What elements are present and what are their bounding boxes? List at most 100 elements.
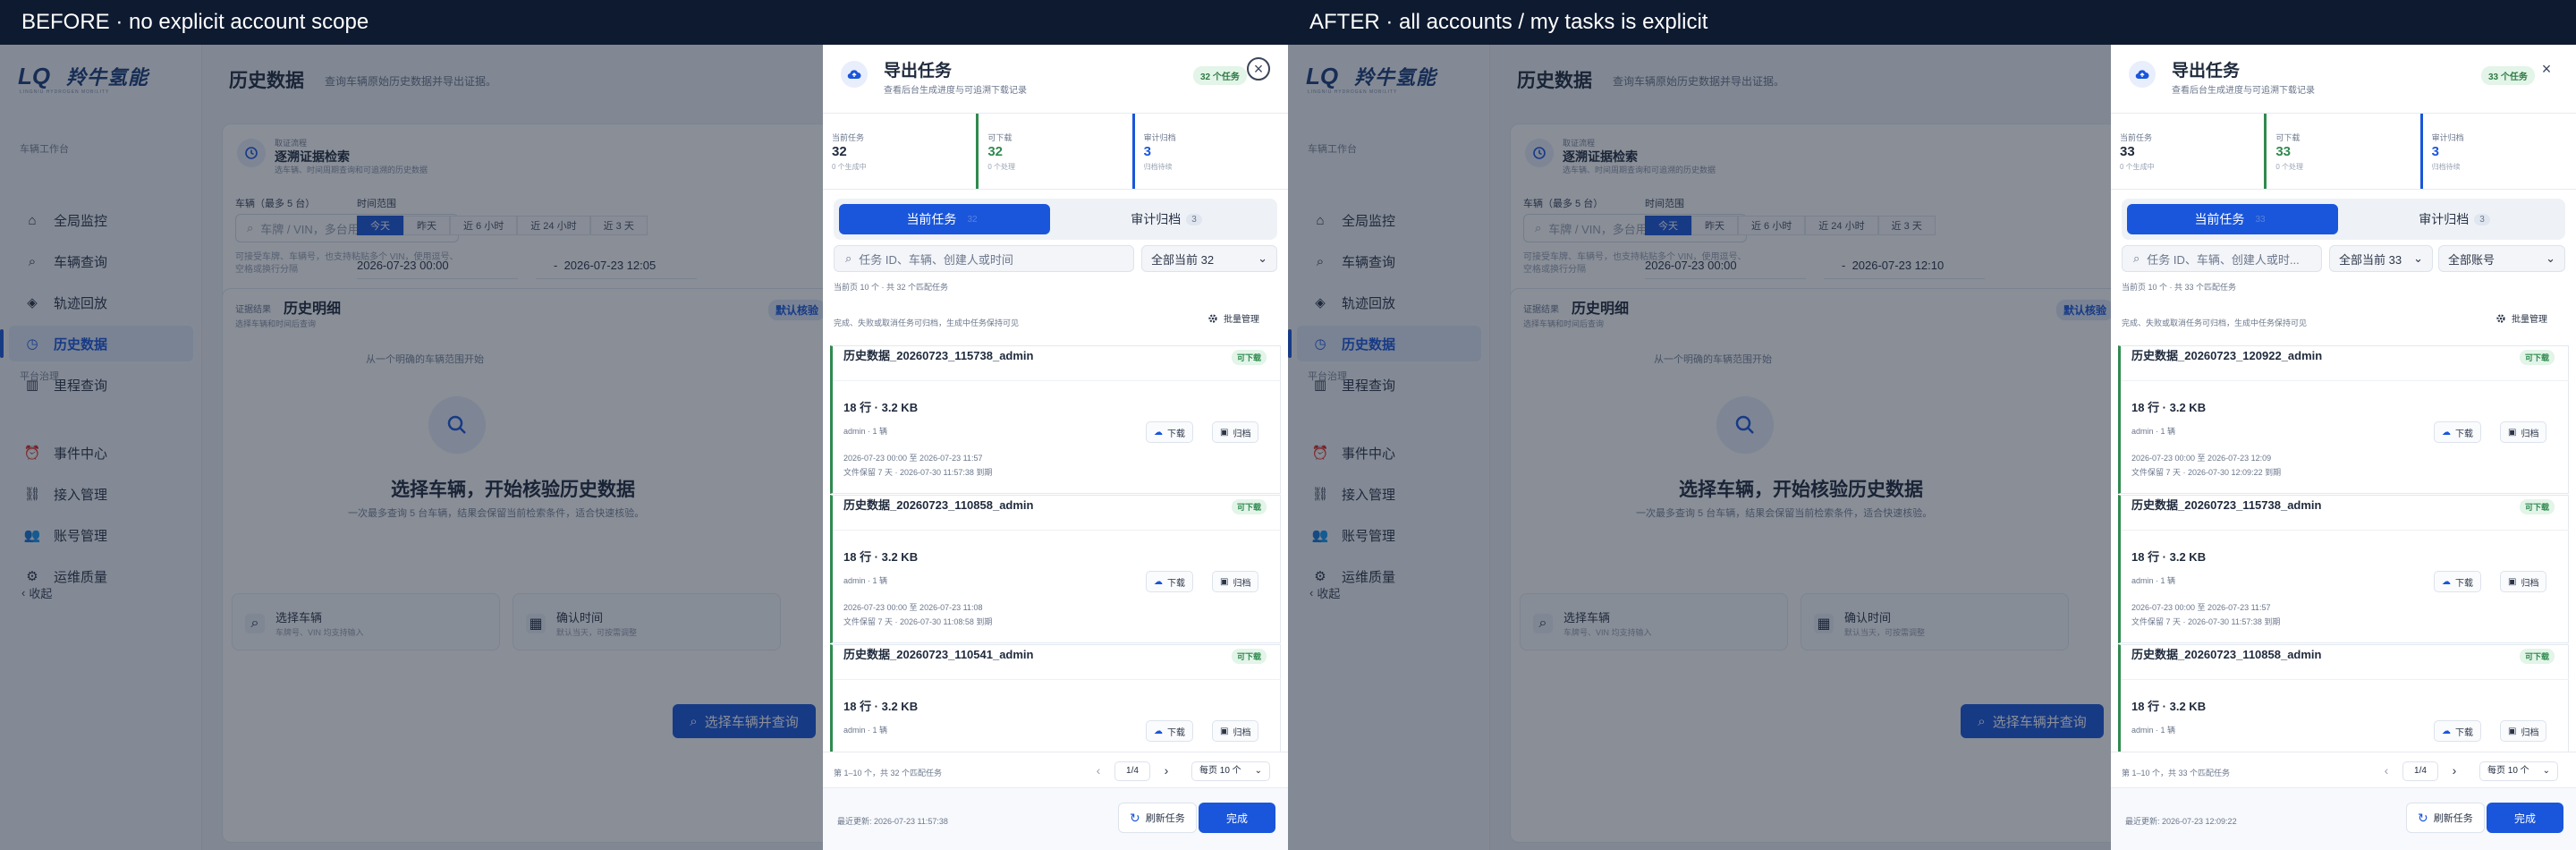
scope-select[interactable]: 全部当前 33 ⌄ bbox=[2329, 245, 2433, 272]
stat-card: 当前任务 33 0 个生成中 bbox=[2111, 114, 2264, 189]
stat-value: 33 bbox=[2275, 144, 2292, 159]
stat-value: 32 bbox=[832, 144, 847, 159]
archive-button[interactable]: ▣ 归档 bbox=[1212, 571, 1259, 592]
stat-note: 0 个生成中 bbox=[2120, 163, 2155, 171]
cloud-download-icon: ☁ bbox=[2442, 726, 2451, 736]
task-size: 18 行 · 3.2 KB bbox=[2131, 550, 2207, 564]
archive-button[interactable]: ▣ 归档 bbox=[2500, 421, 2547, 443]
stat-value: 32 bbox=[987, 144, 1004, 159]
cloud-upload-icon bbox=[2129, 61, 2156, 88]
task-divider bbox=[833, 679, 1281, 680]
download-button[interactable]: ☁ 下载 bbox=[2434, 720, 2481, 742]
task-creator: admin · 1 辆 bbox=[2131, 726, 2176, 735]
task-stats: 当前任务 32 0 个生成中 可下载 32 0 个处理 审计归档 3 归档待续 bbox=[823, 113, 1288, 190]
tab-audit-archive[interactable]: 审计归档 3 bbox=[1061, 204, 1272, 234]
tab-label: 当前任务 bbox=[906, 212, 957, 226]
task-creator: admin · 1 辆 bbox=[843, 726, 888, 735]
tab-label: 当前任务 bbox=[2194, 212, 2245, 226]
stat-card: 审计归档 3 归档待续 bbox=[1131, 114, 1288, 189]
stat-note: 0 个处理 bbox=[2275, 163, 2303, 171]
prev-page-icon[interactable]: ‹ bbox=[2377, 761, 2395, 779]
pagination-info: 第 1–10 个，共 33 个匹配任务 bbox=[2122, 769, 2231, 778]
page-size-select[interactable]: 每页 10 个 ⌄ bbox=[1191, 761, 1270, 781]
search-icon: ⌕ bbox=[2133, 251, 2140, 265]
gear-icon bbox=[2496, 313, 2505, 323]
task-retention: 文件保留 7 天 · 2026-07-30 11:57:38 到期 bbox=[2131, 617, 2281, 626]
prev-page-icon[interactable]: ‹ bbox=[1089, 761, 1107, 779]
close-icon[interactable]: × bbox=[1247, 57, 1270, 81]
cloud-download-icon: ☁ bbox=[2442, 427, 2451, 438]
task-card: 历史数据_20260723_115738_admin 可下载 18 行 · 3.2 … bbox=[2118, 495, 2569, 643]
task-search-input[interactable]: ⌕ 任务 ID、车辆、创建人或时... bbox=[2122, 245, 2322, 272]
task-range: 2026-07-23 00:00 至 2026-07-23 11:57 bbox=[843, 454, 983, 463]
chevron-down-icon: ⌄ bbox=[2546, 251, 2555, 265]
refresh-tasks-button[interactable]: ↻ 刷新任务 bbox=[1118, 803, 1197, 833]
task-name: 历史数据_20260723_115738_admin bbox=[843, 349, 1034, 362]
archive-box-icon: ▣ bbox=[2508, 427, 2517, 438]
refresh-label: 刷新任务 bbox=[2433, 813, 2473, 824]
tab-label: 审计归档 bbox=[1131, 212, 1182, 226]
page-indicator[interactable]: 1/4 bbox=[2402, 761, 2438, 781]
stat-card: 当前任务 32 0 个生成中 bbox=[823, 114, 976, 189]
archive-box-icon: ▣ bbox=[2508, 726, 2517, 736]
task-name: 历史数据_20260723_110858_admin bbox=[2131, 648, 2322, 661]
close-icon[interactable]: × bbox=[2535, 57, 2558, 81]
pagination: 第 1–10 个，共 32 个匹配任务 ‹ 1/4 › 每页 10 个 ⌄ bbox=[823, 752, 1288, 787]
bulk-manage-button[interactable]: 批量管理 bbox=[2496, 311, 2547, 325]
task-search-input[interactable]: ⌕ 任务 ID、车辆、创建人或时间 bbox=[834, 245, 1134, 272]
task-retention: 文件保留 7 天 · 2026-07-30 12:09:22 到期 bbox=[2131, 468, 2282, 477]
stat-label: 审计归档 bbox=[2431, 133, 2464, 142]
download-label: 下载 bbox=[2455, 727, 2473, 738]
archive-button[interactable]: ▣ 归档 bbox=[1212, 720, 1259, 742]
refresh-label: 刷新任务 bbox=[1145, 813, 1185, 824]
task-search-placeholder: 任务 ID、车辆、创建人或时间 bbox=[859, 252, 1013, 267]
archive-button[interactable]: ▣ 归档 bbox=[2500, 571, 2547, 592]
task-tabs: 当前任务 33 审计归档 3 bbox=[2122, 199, 2565, 240]
tab-current-tasks[interactable]: 当前任务 33 bbox=[2127, 204, 2338, 234]
tab-count: 3 bbox=[1186, 213, 1202, 225]
done-label: 完成 bbox=[1225, 812, 1248, 825]
task-creator: admin · 1 辆 bbox=[843, 427, 888, 436]
next-page-icon[interactable]: › bbox=[2445, 761, 2463, 779]
chevron-down-icon: ⌄ bbox=[1254, 766, 1262, 776]
archive-note: 完成、失败或取消任务可归档，生成中任务保持可见 bbox=[834, 319, 1020, 327]
archive-label: 归档 bbox=[2521, 727, 2539, 738]
task-card: 历史数据_20260723_115738_admin 可下载 18 行 · 3.2 … bbox=[830, 345, 1281, 494]
download-button[interactable]: ☁ 下载 bbox=[1146, 720, 1193, 742]
tab-audit-archive[interactable]: 审计归档 3 bbox=[2349, 204, 2560, 234]
task-list: 历史数据_20260723_120922_admin 可下载 18 行 · 3.2 … bbox=[2118, 345, 2569, 752]
stat-value: 3 bbox=[1143, 144, 1151, 159]
cloud-download-icon: ☁ bbox=[1154, 427, 1163, 438]
done-button[interactable]: 完成 bbox=[2487, 803, 2563, 833]
next-page-icon[interactable]: › bbox=[1157, 761, 1175, 779]
archive-button[interactable]: ▣ 归档 bbox=[1212, 421, 1259, 443]
stat-note: 0 个生成中 bbox=[832, 163, 867, 171]
download-button[interactable]: ☁ 下载 bbox=[1146, 571, 1193, 592]
download-label: 下载 bbox=[1167, 727, 1185, 738]
task-status-badge: 可下载 bbox=[2520, 350, 2555, 365]
done-button[interactable]: 完成 bbox=[1199, 803, 1275, 833]
task-status-badge: 可下载 bbox=[1232, 350, 1267, 365]
download-button[interactable]: ☁ 下载 bbox=[2434, 421, 2481, 443]
archive-label: 归档 bbox=[1233, 727, 1251, 738]
download-button[interactable]: ☁ 下载 bbox=[2434, 571, 2481, 592]
scope-select[interactable]: 全部当前 32 ⌄ bbox=[1141, 245, 1277, 272]
comparison-panel: AFTER · all accounts / my tasks is expli… bbox=[1288, 0, 2576, 850]
stat-label: 当前任务 bbox=[2120, 133, 2153, 142]
archive-button[interactable]: ▣ 归档 bbox=[2500, 720, 2547, 742]
page-indicator[interactable]: 1/4 bbox=[1114, 761, 1150, 781]
page-size-select[interactable]: 每页 10 个 ⌄ bbox=[2479, 761, 2558, 781]
tab-current-tasks[interactable]: 当前任务 32 bbox=[839, 204, 1050, 234]
stat-card: 可下载 32 0 个处理 bbox=[976, 114, 1131, 189]
refresh-tasks-button[interactable]: ↻ 刷新任务 bbox=[2406, 803, 2485, 833]
download-label: 下载 bbox=[1167, 578, 1185, 589]
task-range: 2026-07-23 00:00 至 2026-07-23 12:09 bbox=[2131, 454, 2272, 463]
pagination: 第 1–10 个，共 33 个匹配任务 ‹ 1/4 › 每页 10 个 ⌄ bbox=[2111, 752, 2576, 787]
bulk-manage-button[interactable]: 批量管理 bbox=[1208, 311, 1259, 325]
stat-card: 审计归档 3 归档待续 bbox=[2419, 114, 2576, 189]
stat-note: 0 个处理 bbox=[987, 163, 1015, 171]
download-button[interactable]: ☁ 下载 bbox=[1146, 421, 1193, 443]
task-creator: admin · 1 辆 bbox=[2131, 427, 2176, 436]
account-select[interactable]: 全部账号 ⌄ bbox=[2438, 245, 2565, 272]
stat-label: 当前任务 bbox=[832, 133, 865, 142]
